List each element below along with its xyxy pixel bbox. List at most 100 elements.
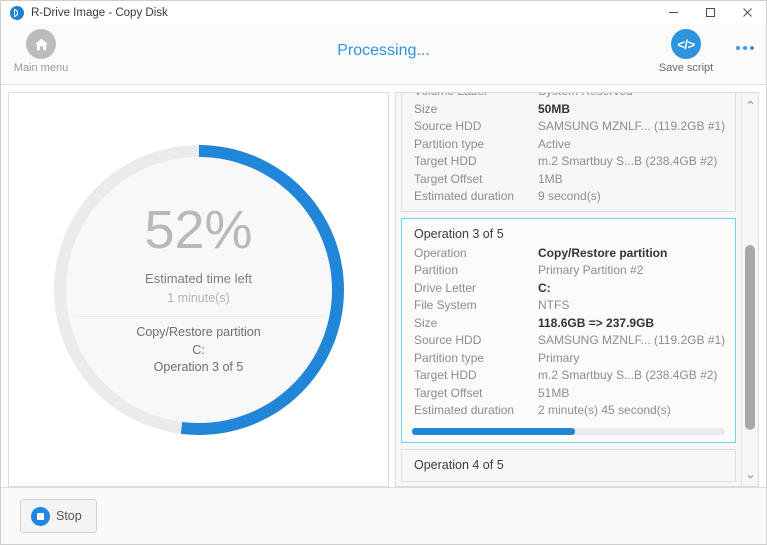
r-drive-logo-icon (10, 5, 24, 20)
minimize-icon[interactable] (655, 1, 692, 24)
operation-card-title: Operation 4 of 5 (414, 457, 504, 472)
app-window: R-Drive Image - Copy Disk Main menu Proc… (0, 0, 767, 545)
window-title: R-Drive Image - Copy Disk (31, 6, 168, 19)
more-dots-icon[interactable] (736, 46, 754, 50)
operation-detail-value: m.2 Smartbuy S...B (238.4GB #2) (538, 154, 718, 168)
current-operation-counter: Operation 3 of 5 (153, 359, 244, 374)
operation-detail-value: System Reserved (538, 93, 633, 101)
operation-detail-row: Target Offset 1MB (402, 171, 735, 189)
operation-detail-row: Partition type Active (402, 136, 735, 154)
operation-progress-fill (412, 427, 575, 435)
operation-card[interactable]: Operation 4 of 5 (401, 448, 736, 482)
operation-detail-label: Partition type (414, 136, 485, 151)
dot (743, 46, 747, 50)
operation-detail-label: Target HDD (414, 154, 477, 168)
scrollbar-thumb[interactable] (745, 245, 755, 430)
title-bar: R-Drive Image - Copy Disk (1, 1, 766, 24)
operation-detail-value: 9 second(s) (538, 189, 601, 203)
operation-detail-value: Copy/Restore partition (538, 245, 668, 260)
operation-detail-row: Volume LabelSystem Reserved (402, 93, 735, 101)
operation-detail-label: Estimated duration (414, 189, 515, 203)
current-operation-summary: Copy/Restore partition C: Operation 3 of… (136, 324, 260, 376)
code-glyph: </> (677, 36, 695, 52)
operation-detail-row: Target HDD m.2 Smartbuy S...B (238.4GB #2… (402, 153, 735, 171)
operation-detail-value: 51MB (538, 385, 570, 400)
operation-detail-label: Partition type (414, 350, 485, 365)
operation-detail-label: Size (414, 101, 438, 116)
stop-icon (31, 506, 50, 526)
operation-detail-value: Primary (538, 350, 580, 365)
stop-square (37, 512, 44, 520)
operation-detail-label: File System (414, 298, 477, 312)
progress-donut: 52% Estimated time left 1 minute(s) Copy… (53, 144, 344, 435)
operation-detail-value: 2 minute(s) 45 second(s) (538, 403, 671, 417)
progress-percent: 52% (144, 199, 253, 260)
operation-detail-value: 1MB (538, 171, 563, 186)
operation-detail-value: Active (538, 136, 571, 151)
operation-card-title: Operation 3 of 5 (414, 226, 504, 241)
operation-detail-row: Source HDD SAMSUNG MZNLF... (119.2GB #1) (402, 118, 735, 136)
dot (750, 46, 754, 50)
progress-card: 52% Estimated time left 1 minute(s) Copy… (8, 92, 389, 487)
main-menu-label: Main menu (13, 62, 69, 74)
operations-scrollbar[interactable] (741, 93, 758, 486)
divider (72, 316, 325, 318)
save-script-button[interactable]: </> Save script (648, 29, 724, 74)
stop-button[interactable]: Stop (20, 499, 97, 533)
operation-detail-row: Estimated duration 9 second(s) (402, 188, 735, 206)
maximize-icon[interactable] (692, 1, 729, 24)
operation-detail-value: Primary Partition #2 (538, 263, 644, 277)
operation-detail-row: Estimated duration 2 minute(s) 45 second(… (402, 402, 735, 420)
operation-detail-row: Target Offset 51MB (402, 385, 735, 403)
operation-detail-label: Size (414, 315, 438, 330)
current-operation-name: Copy/Restore partition (136, 325, 261, 340)
operation-detail-row: Source HDD SAMSUNG MZNLF... (119.2GB #1) (402, 332, 735, 350)
operation-detail-value: 50MB (538, 101, 571, 116)
stop-button-label: Stop (56, 509, 82, 523)
operation-detail-row: Drive Letter C: (402, 280, 735, 298)
eta-value: 1 minute(s) (167, 291, 230, 306)
operation-detail-row: Size 50MB (402, 101, 735, 119)
main-content: 52% Estimated time left 1 minute(s) Copy… (1, 85, 766, 487)
operation-detail-row: Partition Primary Partition #2 (402, 262, 735, 280)
progress-donut-center: 52% Estimated time left 1 minute(s) Copy… (65, 156, 332, 423)
operation-detail-value: C: (538, 280, 551, 295)
operations-pane: Volume LabelSystem ReservedSize50MBSourc… (395, 92, 759, 487)
chevron-up-icon[interactable] (742, 94, 758, 111)
operation-detail-row: Size 118.6GB => 237.9GB (402, 315, 735, 333)
operation-detail-label: Partition (414, 263, 459, 277)
operation-progress-bar (412, 427, 725, 435)
window-controls (655, 1, 766, 24)
footer-bar: Stop (1, 487, 766, 544)
operation-card[interactable]: Volume LabelSystem ReservedSize50MBSourc… (401, 93, 736, 212)
operation-card[interactable]: Operation 3 of 5 Operation Copy/Restore pa… (401, 217, 736, 443)
toolbar: Main menu Processing... </> Save script (1, 24, 766, 85)
operation-detail-label: Operation (414, 245, 467, 260)
operation-detail-value: m.2 Smartbuy S...B (238.4GB #2) (538, 368, 718, 382)
current-operation-drive: C: (192, 342, 205, 357)
close-icon[interactable] (729, 1, 766, 24)
operation-detail-label: Source HDD (414, 119, 482, 133)
operation-detail-label: Target HDD (414, 368, 477, 382)
operation-detail-label: Target Offset (414, 171, 483, 186)
operation-detail-label: Target Offset (414, 385, 483, 400)
operation-detail-row: Operation Copy/Restore partition (402, 245, 735, 263)
operation-detail-row: Target HDD m.2 Smartbuy S...B (238.4GB #2… (402, 367, 735, 385)
operation-detail-row: File System NTFS (402, 297, 735, 315)
code-brackets-icon: </> (671, 29, 701, 59)
title-bar-left: R-Drive Image - Copy Disk (1, 5, 168, 20)
operation-detail-value: 118.6GB => 237.9GB (538, 315, 655, 330)
operation-detail-label: Source HDD (414, 333, 482, 347)
operations-list: Volume LabelSystem ReservedSize50MBSourc… (396, 93, 741, 486)
eta-label: Estimated time left (145, 270, 252, 286)
operation-detail-label: Drive Letter (414, 280, 477, 295)
chevron-down-icon[interactable] (742, 468, 758, 485)
dot (736, 46, 740, 50)
operation-detail-value: SAMSUNG MZNLF... (119.2GB #1) (538, 333, 726, 347)
operation-detail-label: Estimated duration (414, 403, 515, 417)
operation-detail-label: Volume Label (414, 93, 538, 101)
operation-detail-value: NTFS (538, 298, 570, 312)
save-script-label: Save script (658, 62, 714, 74)
operation-detail-row: Partition type Primary (402, 350, 735, 368)
operation-detail-value: SAMSUNG MZNLF... (119.2GB #1) (538, 119, 726, 133)
